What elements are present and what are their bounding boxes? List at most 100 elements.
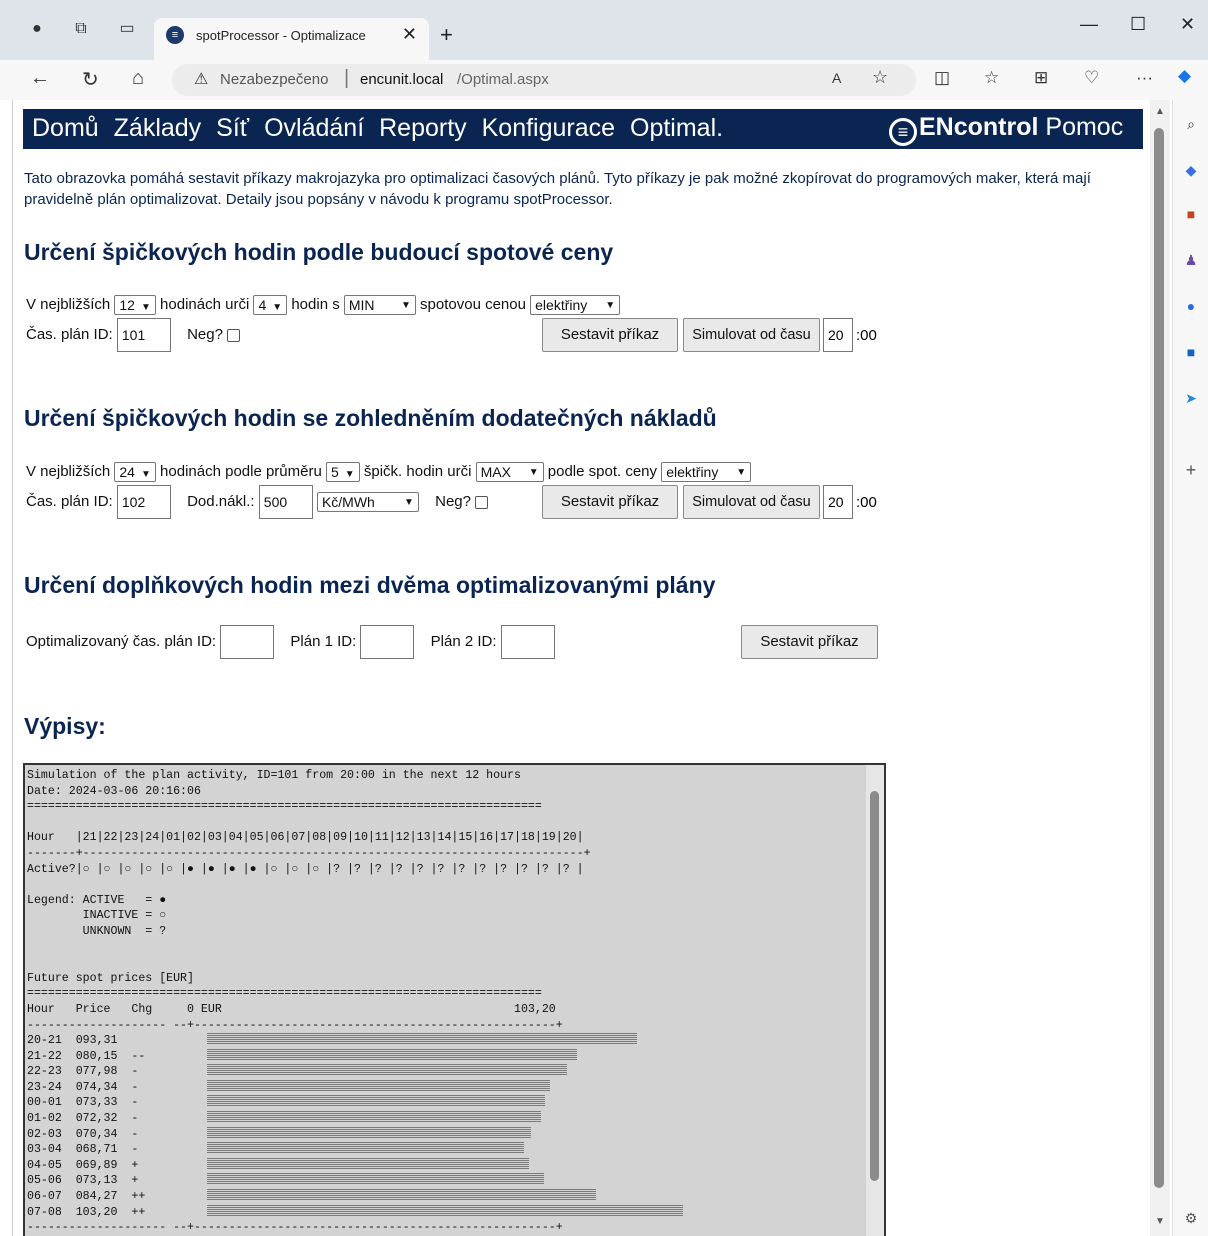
workspaces-icon[interactable]: ⧉ [70,18,92,40]
tab-actions-icon[interactable]: ▭ [116,18,138,40]
section2-row2: Čas. plán ID: 102 Dod.nákl.: 500 Kč/MWh ▼… [26,485,489,519]
page-scrollbar[interactable]: ▲ ▼ [1150,100,1170,1236]
label-plan: Čas. plán ID: [26,325,113,343]
label-neg: Neg? [435,492,471,510]
menu-item-optimal[interactable]: Optimal. [630,114,723,142]
browser-essentials-icon[interactable]: ♡ [1084,68,1099,88]
hours-select[interactable]: 12 ▼ [114,295,156,315]
shopping-icon[interactable]: ◆ [1181,160,1201,180]
sidebar-settings-icon[interactable]: ⚙ [1181,1208,1201,1228]
sim-hour-input[interactable]: 20 [823,485,853,519]
chevron-down-icon: ▼ [140,469,151,480]
count-select[interactable]: 4 ▼ [253,295,288,315]
outlook-icon[interactable]: ■ [1181,342,1201,362]
tab-close-icon[interactable]: ✕ [402,24,417,45]
simulate-button[interactable]: Simulovat od času [683,318,820,352]
window-minimize-button[interactable]: — [1080,14,1098,35]
window-close-button[interactable]: ✕ [1180,14,1195,35]
add-sidebar-icon[interactable]: + [1181,460,1201,480]
window-maximize-button[interactable]: ☐ [1130,14,1146,35]
chevron-down-icon: ▼ [404,497,414,508]
output-scrollbar[interactable] [866,765,884,1236]
home-icon[interactable]: ⌂ [132,67,144,90]
encontrol-logo-icon: ≡ [889,118,917,146]
label-price: spotovou cenou [420,295,526,313]
brand: ≡ ENcontrol Pomoc [889,113,1123,146]
read-aloud-icon[interactable]: A [832,70,841,86]
build-command-button[interactable]: Sestavit příkaz [741,625,878,659]
commodity-select[interactable]: elektřiny ▼ [530,295,621,315]
search-icon[interactable]: ⌕ [1181,114,1201,134]
microsoft-365-icon[interactable]: ● [1181,296,1201,316]
tools-icon[interactable]: ■ [1181,204,1201,224]
chevron-down-icon: ▼ [528,467,539,478]
new-tab-button[interactable]: + [440,22,453,48]
copilot-icon[interactable]: ◆ [1178,66,1191,86]
price-bar [207,1048,577,1061]
scroll-up-icon[interactable]: ▲ [1155,106,1165,117]
minmax-select[interactable]: MAX ▼ [475,462,544,482]
avg-select[interactable]: 5 ▼ [326,462,360,482]
sim-hour-suffix: :00 [856,494,877,511]
plan-id-input[interactable]: 101 [116,318,171,352]
label-optimized-plan: Optimalizovaný čas. plán ID: [26,632,217,650]
cost-input[interactable]: 500 [258,485,313,519]
label-cost: Dod.nákl.: [187,492,255,510]
minmax-select[interactable]: MIN ▼ [343,295,416,315]
price-bar [207,1064,567,1077]
not-secure-label: Nezabezpečeno [220,71,329,88]
url-path: /Optimal.aspx [457,71,549,88]
address-bar[interactable]: ⚠ Nezabezpečeno | encunit.local /Optimal… [172,64,916,96]
sim-hour-input[interactable]: 20 [823,318,853,352]
refresh-icon[interactable]: ↻ [82,67,99,92]
send-icon[interactable]: ➤ [1181,388,1201,408]
menu-item-help[interactable]: Pomoc [1038,113,1123,141]
menu-item-network[interactable]: Síť [216,114,249,142]
price-bar [207,1079,550,1092]
back-arrow-icon[interactable]: ← [30,67,50,90]
menu-item-reports[interactable]: Reporty [379,114,467,142]
browser-tab[interactable]: ≡ spotProcessor - Optimalizace ✕ [154,18,429,60]
sim-hour-suffix: :00 [856,327,877,344]
plan1-id-input[interactable] [360,625,415,659]
split-screen-icon[interactable]: ◫ [934,68,950,88]
label-hours: hodinách urči [160,295,250,313]
hours-select[interactable]: 24 ▼ [114,462,156,482]
scroll-thumb[interactable] [1154,128,1164,1188]
menu-item-home[interactable]: Domů [32,114,99,142]
price-bar [207,1095,545,1108]
collections-icon[interactable]: ⊞ [1034,68,1048,88]
simulate-button[interactable]: Simulovat od času [683,485,820,519]
output-textarea[interactable]: Simulation of the plan activity, ID=101 … [23,763,886,1236]
main-menu: Domů Základy Síť Ovládání Reporty Konfig… [23,109,1143,149]
neg-checkbox[interactable] [475,495,489,509]
section2-heading: Určení špičkových hodin se zohledněním d… [24,405,717,431]
section1-row2: Čas. plán ID: 101 Neg? [26,318,241,352]
neg-checkbox[interactable] [227,328,241,342]
menu-item-basics[interactable]: Základy [114,114,202,142]
optimized-plan-id-input[interactable] [220,625,275,659]
favorite-star-icon[interactable]: ☆ [872,67,888,88]
output-scroll-thumb[interactable] [870,791,879,1181]
profile-icon[interactable]: ● [26,18,48,40]
label-hod: hodin s [291,295,340,313]
more-menu-icon[interactable]: ··· [1136,68,1153,88]
price-bar [207,1142,524,1155]
plan-id-input[interactable]: 102 [116,485,171,519]
price-bar [207,1157,529,1170]
menu-item-control[interactable]: Ovládání [264,114,364,142]
page-content: Domů Základy Síť Ovládání Reporty Konfig… [12,100,1150,1236]
label-peak: špičk. hodin urči [363,462,472,480]
games-icon[interactable]: ♟ [1181,250,1201,270]
url-host: encunit.local [360,71,444,88]
build-command-button[interactable]: Sestavit příkaz [542,485,678,519]
chevron-down-icon: ▼ [400,300,411,311]
plan2-id-input[interactable] [500,625,555,659]
scroll-down-icon[interactable]: ▼ [1155,1216,1165,1227]
menu-item-configuration[interactable]: Konfigurace [482,114,615,142]
favorites-icon[interactable]: ☆ [984,68,999,88]
unit-select[interactable]: Kč/MWh ▼ [316,492,419,512]
build-command-button[interactable]: Sestavit příkaz [542,318,678,352]
commodity-select[interactable]: elektřiny ▼ [661,462,752,482]
label-next: V nejbližších [26,295,111,313]
